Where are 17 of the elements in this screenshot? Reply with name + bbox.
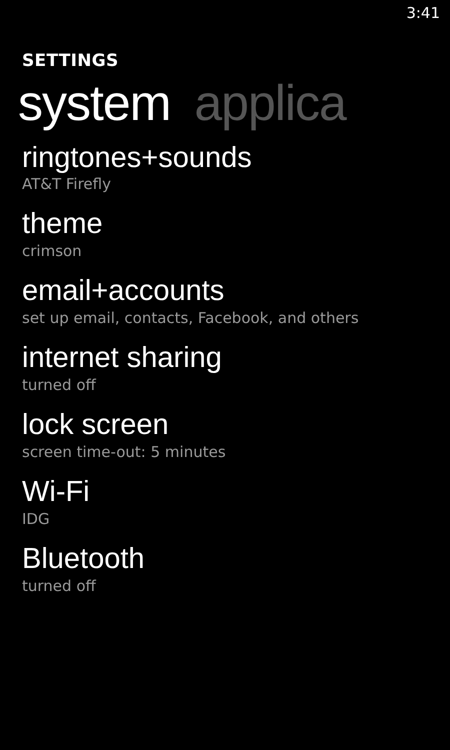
- setting-title[interactable]: Wi-Fi: [22, 476, 450, 509]
- status-time: 3:41: [406, 4, 440, 24]
- setting-title[interactable]: internet sharing: [22, 343, 450, 376]
- setting-title[interactable]: email+accounts: [22, 276, 450, 308]
- setting-subtitle: crimson: [22, 242, 83, 260]
- setting-title[interactable]: Bluetooth: [22, 544, 450, 576]
- setting-title[interactable]: theme: [22, 209, 450, 242]
- setting-subtitle: turned off: [22, 576, 98, 595]
- setting-subtitle: set up email, contacts, Facebook, and others: [22, 309, 360, 328]
- pivot-header[interactable]: system: [18, 75, 170, 132]
- setting-subtitle: turned off: [22, 376, 98, 394]
- setting-subtitle: AT&T Firefly: [22, 175, 112, 194]
- setting-subtitle: IDG: [22, 510, 51, 528]
- setting-subtitle: screen time-out: 5 minutes: [22, 442, 227, 461]
- setting-title[interactable]: lock screen: [22, 410, 450, 442]
- app-title: SETTINGS: [22, 51, 120, 71]
- setting-title[interactable]: ringtones+sounds: [22, 142, 450, 174]
